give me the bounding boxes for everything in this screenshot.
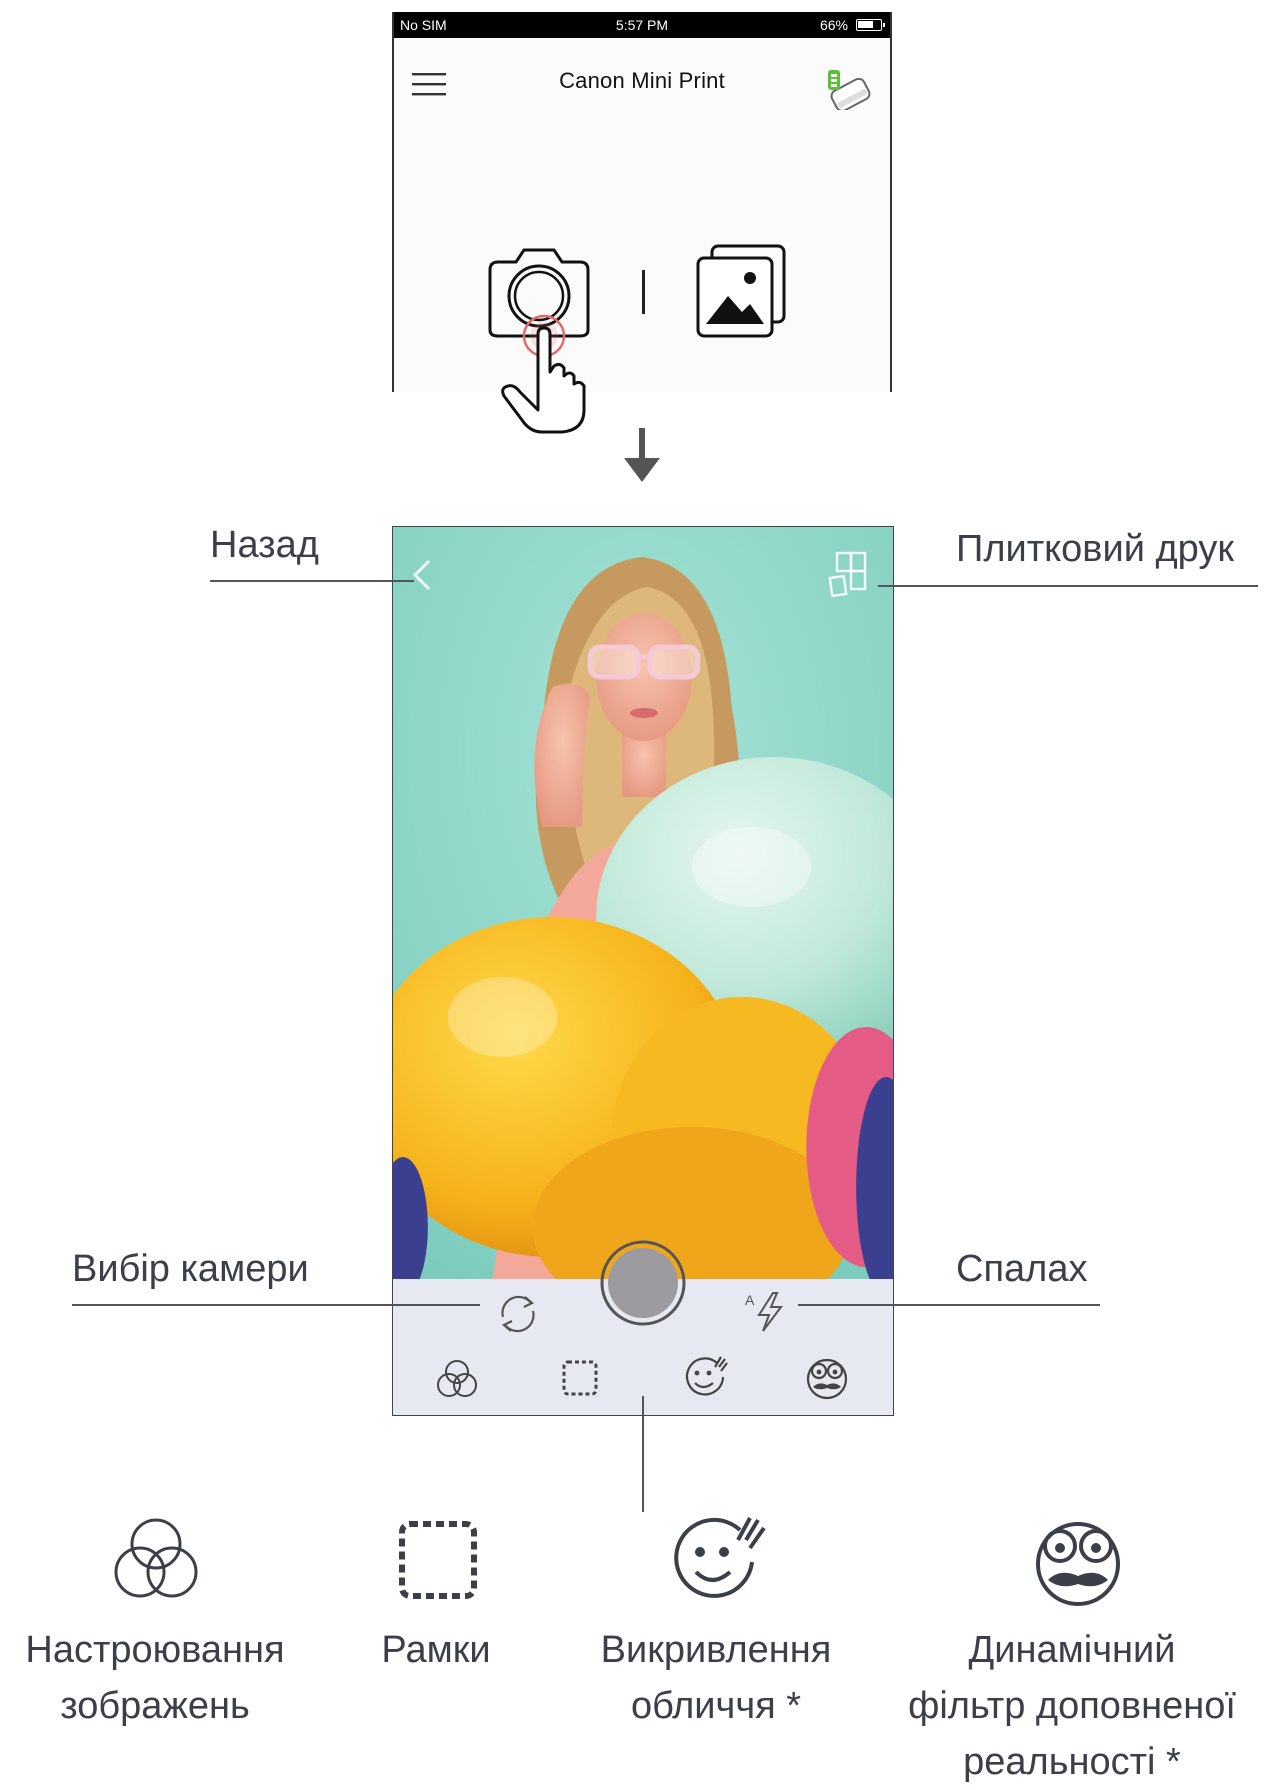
feature-label-line: реальності * — [963, 1741, 1181, 1783]
feature-frames: Рамки — [336, 1622, 536, 1678]
divider — [642, 270, 645, 314]
feature-label-line: Динамічний — [968, 1629, 1176, 1671]
feature-label-line: Настроювання — [25, 1629, 285, 1671]
feature-label-line: зображень — [60, 1685, 250, 1727]
flash-auto-icon[interactable]: A — [743, 1289, 787, 1335]
battery-percent: 66% — [819, 17, 848, 33]
feature-label-line: Рамки — [381, 1629, 491, 1671]
battery-icon — [856, 19, 885, 31]
back-chevron-icon[interactable] — [407, 557, 437, 593]
frames-feature-icon — [399, 1521, 477, 1599]
flash-callout-line — [798, 1304, 1100, 1306]
tile-print-callout-line — [878, 585, 1258, 587]
ar-filter-icon[interactable] — [803, 1353, 851, 1401]
arrow-down-icon — [624, 428, 660, 482]
svg-text:A: A — [745, 1292, 755, 1308]
feature-label-line: Викривлення — [600, 1629, 832, 1671]
filters-icon[interactable] — [433, 1357, 481, 1401]
gallery-icon[interactable] — [692, 240, 792, 340]
feature-image-adjust: Настроювання зображень — [0, 1622, 310, 1734]
frames-icon[interactable] — [559, 1357, 601, 1399]
tap-hand-icon — [501, 314, 586, 434]
image-adjust-icon — [114, 1518, 198, 1598]
camera-viewfinder — [393, 527, 893, 1279]
camera-screen: A — [392, 526, 894, 1416]
app-title: Canon Mini Print — [559, 68, 725, 93]
face-warp-feature-icon — [674, 1517, 766, 1598]
home-screen: No SIM 5:57 PM 66% Canon Mini Print — [392, 12, 892, 392]
tile-print-icon[interactable] — [827, 549, 871, 601]
switch-camera-icon[interactable] — [495, 1291, 541, 1337]
flash-callout-label: Спалах — [956, 1248, 1088, 1290]
tile-print-callout-label: Плитковий друк — [956, 528, 1235, 570]
camera-select-callout-line — [72, 1304, 480, 1306]
back-callout-line — [210, 580, 414, 582]
face-warp-icon[interactable] — [681, 1353, 729, 1401]
feature-ar-filter: Динамічний фільтр доповненої реальності … — [876, 1622, 1268, 1790]
feature-label-line: фільтр доповненої — [908, 1685, 1236, 1727]
feature-label-line: обличчя * — [630, 1685, 802, 1727]
status-time: 5:57 PM — [615, 17, 669, 33]
camera-select-callout-label: Вибір камери — [72, 1248, 309, 1290]
ar-filter-feature-icon — [1036, 1522, 1120, 1606]
shutter-button[interactable] — [599, 1239, 687, 1327]
printer-status-icon[interactable] — [822, 66, 872, 110]
status-bar: No SIM 5:57 PM 66% — [394, 12, 890, 38]
back-callout-label: Назад — [210, 524, 319, 566]
feature-face-warp: Викривлення обличчя * — [566, 1622, 866, 1734]
toolbar-callout-line — [642, 1396, 644, 1512]
